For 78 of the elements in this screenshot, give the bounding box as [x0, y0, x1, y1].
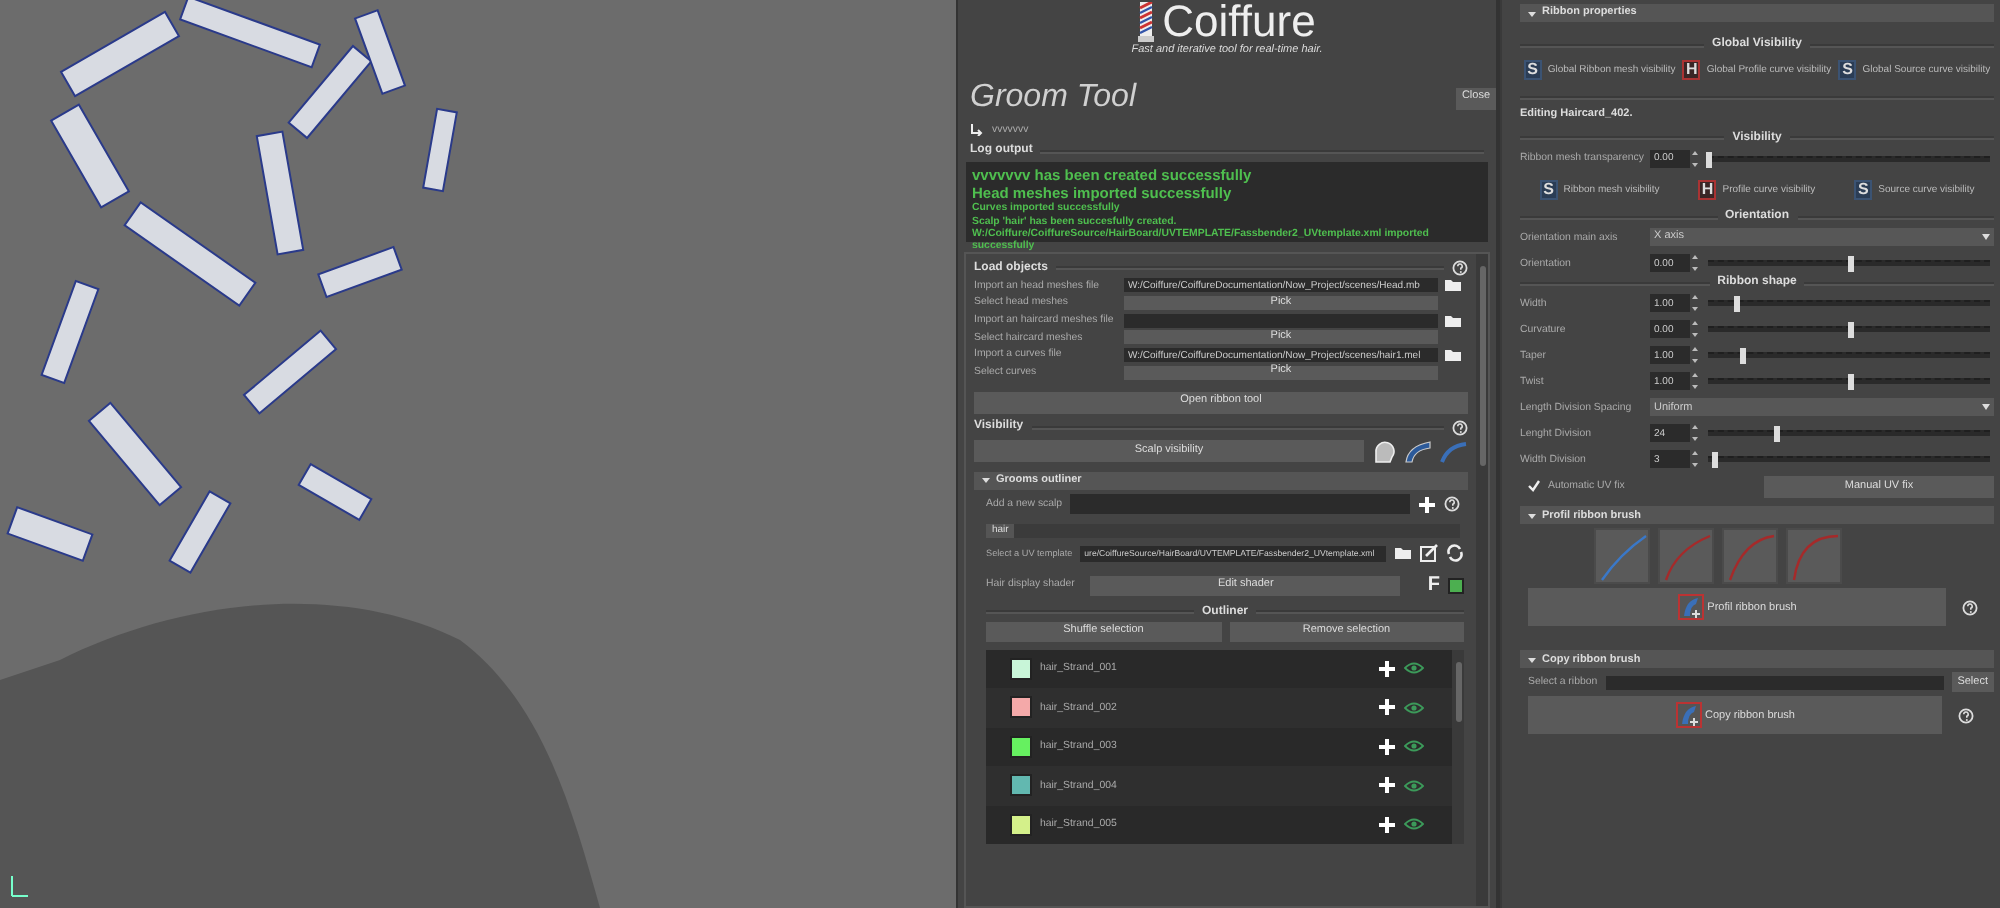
scalp-name-field[interactable]: [1070, 494, 1410, 515]
slider[interactable]: [1708, 378, 1990, 385]
dropdown-caret-icon: [1982, 404, 1990, 411]
ribbon-name-field[interactable]: [1605, 675, 1944, 690]
brush-icon: [1677, 594, 1704, 621]
shader-flag-label: F: [1427, 573, 1440, 598]
help-icon[interactable]: [1452, 260, 1468, 277]
color-swatch[interactable]: [1010, 735, 1032, 758]
folder-icon[interactable]: [1394, 546, 1412, 561]
spin-arrows-icon[interactable]: [1692, 149, 1698, 168]
thick-curve-icon[interactable]: [1404, 439, 1432, 464]
collapse-caret-icon[interactable]: [1528, 9, 1536, 17]
panel-title: Groom Tool: [970, 80, 1136, 116]
curve-icon: [1791, 534, 1839, 583]
spin-arrows-icon[interactable]: [1692, 254, 1698, 273]
help-icon[interactable]: [1444, 496, 1460, 513]
scrollbar[interactable]: [1452, 649, 1464, 845]
shader-color-swatch[interactable]: [1448, 577, 1464, 594]
spin-arrows-icon[interactable]: [1692, 294, 1698, 313]
color-swatch[interactable]: [1010, 774, 1032, 797]
slider-thumb[interactable]: [1734, 296, 1741, 313]
dropdown-caret-icon: [1982, 234, 1990, 241]
curve-icon: [1727, 534, 1775, 583]
eye-icon[interactable]: [1404, 818, 1424, 831]
help-icon[interactable]: [1962, 599, 1978, 616]
axis-gizmo-icon: [11, 875, 29, 897]
eye-icon[interactable]: [1404, 701, 1424, 714]
file-path-field[interactable]: [1124, 313, 1438, 328]
slider-thumb[interactable]: [1847, 322, 1853, 339]
plus-icon[interactable]: [1378, 698, 1396, 717]
slider[interactable]: [1708, 300, 1990, 307]
slider[interactable]: [1708, 352, 1990, 359]
eye-icon[interactable]: [1404, 779, 1424, 792]
collapse-caret-icon[interactable]: [982, 476, 990, 485]
slider[interactable]: [1708, 456, 1990, 463]
collapse-caret-icon[interactable]: [1528, 655, 1536, 664]
folder-icon[interactable]: [1444, 278, 1462, 293]
slider-thumb[interactable]: [1706, 151, 1712, 168]
slider-thumb[interactable]: [1773, 426, 1780, 443]
brush-icon: [1675, 702, 1702, 729]
refresh-icon[interactable]: [1446, 544, 1464, 563]
help-icon[interactable]: [1958, 707, 1974, 724]
checkbox[interactable]: [1528, 480, 1540, 493]
eye-icon[interactable]: [1404, 740, 1424, 753]
scrollbar[interactable]: [1476, 254, 1488, 906]
slider-thumb[interactable]: [1739, 348, 1746, 365]
plus-icon[interactable]: [1378, 737, 1396, 756]
spin-arrows-icon[interactable]: [1692, 346, 1698, 365]
eye-icon[interactable]: [1404, 662, 1424, 675]
head-icon[interactable]: [1372, 439, 1396, 464]
folder-icon[interactable]: [1444, 348, 1462, 363]
curve-icon: [1599, 534, 1647, 583]
spin-arrows-icon[interactable]: [1692, 372, 1698, 391]
spin-arrows-icon[interactable]: [1692, 450, 1698, 469]
plus-icon[interactable]: [1378, 776, 1396, 795]
edit-icon[interactable]: [1420, 544, 1438, 563]
slider-thumb[interactable]: [1847, 256, 1853, 273]
color-swatch[interactable]: [1010, 696, 1032, 719]
spin-arrows-icon[interactable]: [1692, 320, 1698, 339]
plus-icon[interactable]: [1378, 659, 1396, 678]
curve-icon: [1663, 534, 1711, 583]
slider-thumb[interactable]: [1711, 452, 1718, 469]
plus-icon[interactable]: [1378, 815, 1396, 834]
folder-icon[interactable]: [1444, 313, 1462, 328]
slider[interactable]: [1708, 430, 1990, 437]
slider[interactable]: [1708, 155, 1990, 162]
slider[interactable]: [1708, 260, 1990, 267]
logo-text: Coiffure: [1162, 0, 1316, 44]
plus-icon[interactable]: [1418, 495, 1436, 514]
collapse-caret-icon[interactable]: [1528, 511, 1536, 520]
color-swatch[interactable]: [1010, 657, 1032, 680]
help-icon[interactable]: [1452, 419, 1468, 436]
spin-arrows-icon[interactable]: [1692, 424, 1698, 443]
slider[interactable]: [1708, 326, 1990, 333]
barber-pole-icon: [1138, 2, 1155, 42]
color-swatch[interactable]: [1010, 813, 1032, 836]
corner-arrow-icon: [970, 124, 984, 137]
slider-thumb[interactable]: [1847, 374, 1853, 391]
